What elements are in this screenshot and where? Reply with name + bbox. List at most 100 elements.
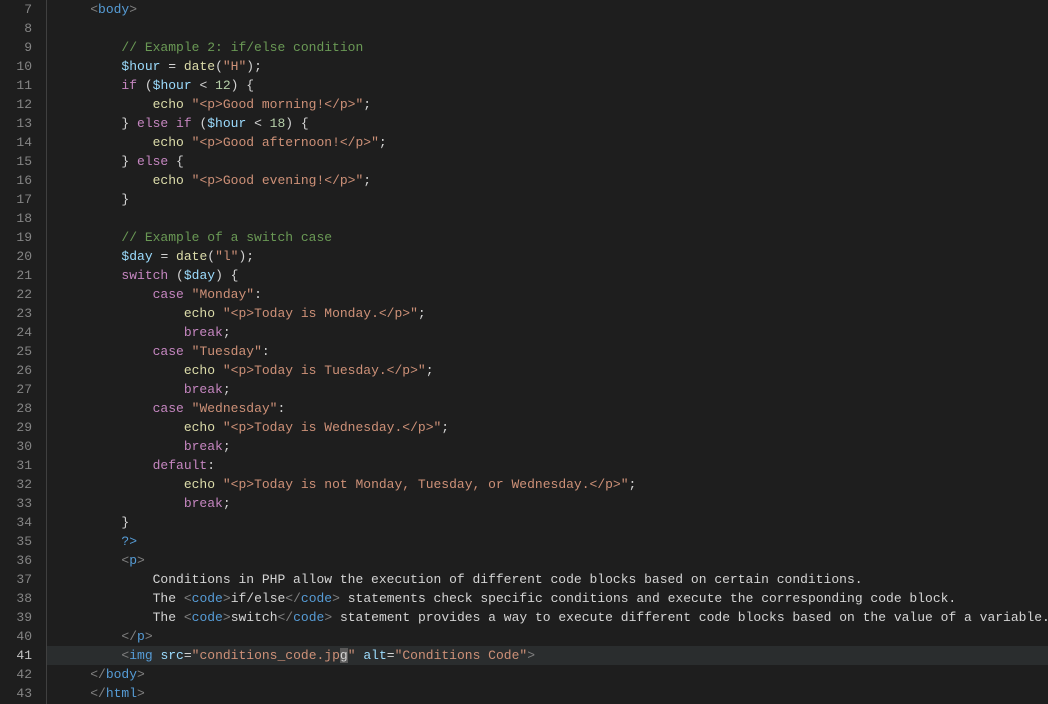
- line-number[interactable]: 9: [8, 38, 32, 57]
- line-number[interactable]: 38: [8, 589, 32, 608]
- code-line[interactable]: [47, 19, 1048, 38]
- line-number[interactable]: 21: [8, 266, 32, 285]
- line-number[interactable]: 20: [8, 247, 32, 266]
- token-tag: <: [90, 2, 98, 17]
- code-line[interactable]: echo "<p>Today is Wednesday.</p>";: [47, 418, 1048, 437]
- token-punct: );: [246, 59, 262, 74]
- line-number[interactable]: 12: [8, 95, 32, 114]
- code-line[interactable]: $day = date("l");: [47, 247, 1048, 266]
- line-number[interactable]: 30: [8, 437, 32, 456]
- code-area[interactable]: <body> // Example 2: if/else condition $…: [46, 0, 1048, 704]
- token-str: "<p>Good afternoon!</p>": [192, 135, 379, 150]
- line-number[interactable]: 42: [8, 665, 32, 684]
- line-number[interactable]: 19: [8, 228, 32, 247]
- code-line[interactable]: default:: [47, 456, 1048, 475]
- code-line[interactable]: case "Monday":: [47, 285, 1048, 304]
- line-number[interactable]: 22: [8, 285, 32, 304]
- line-number[interactable]: 11: [8, 76, 32, 95]
- line-number[interactable]: 36: [8, 551, 32, 570]
- line-number[interactable]: 8: [8, 19, 32, 38]
- code-line[interactable]: }: [47, 513, 1048, 532]
- code-line[interactable]: echo "<p>Today is Tuesday.</p>";: [47, 361, 1048, 380]
- code-line[interactable]: <body>: [47, 0, 1048, 19]
- line-number[interactable]: 33: [8, 494, 32, 513]
- line-number[interactable]: 16: [8, 171, 32, 190]
- line-number[interactable]: 41: [8, 646, 32, 665]
- code-line[interactable]: case "Tuesday":: [47, 342, 1048, 361]
- token-punct: ;: [363, 173, 371, 188]
- code-line[interactable]: <img src="conditions_code.jpg" alt="Cond…: [47, 646, 1048, 665]
- token-str: "<p>Good evening!</p>": [192, 173, 364, 188]
- code-line[interactable]: echo "<p>Today is not Monday, Tuesday, o…: [47, 475, 1048, 494]
- token-punct: ;: [441, 420, 449, 435]
- line-number[interactable]: 37: [8, 570, 32, 589]
- line-number[interactable]: 17: [8, 190, 32, 209]
- code-line[interactable]: Conditions in PHP allow the execution of…: [47, 570, 1048, 589]
- code-line[interactable]: } else {: [47, 152, 1048, 171]
- code-line[interactable]: } else if ($hour < 18) {: [47, 114, 1048, 133]
- line-number[interactable]: 35: [8, 532, 32, 551]
- code-line[interactable]: // Example 2: if/else condition: [47, 38, 1048, 57]
- code-line[interactable]: </p>: [47, 627, 1048, 646]
- line-number-gutter[interactable]: 7891011121314151617181920212223242526272…: [0, 0, 46, 704]
- line-number[interactable]: 10: [8, 57, 32, 76]
- line-number[interactable]: 43: [8, 684, 32, 703]
- token-tagname: code: [301, 591, 332, 606]
- code-line[interactable]: case "Wednesday":: [47, 399, 1048, 418]
- line-number[interactable]: 15: [8, 152, 32, 171]
- token-tagname: code: [192, 591, 223, 606]
- code-line[interactable]: [47, 209, 1048, 228]
- code-line[interactable]: echo "<p>Today is Monday.</p>";: [47, 304, 1048, 323]
- line-number[interactable]: 7: [8, 0, 32, 19]
- token-punct: (: [215, 59, 223, 74]
- code-line[interactable]: $hour = date("H");: [47, 57, 1048, 76]
- code-line[interactable]: <p>: [47, 551, 1048, 570]
- token-tagname: body: [106, 667, 137, 682]
- line-number[interactable]: 27: [8, 380, 32, 399]
- code-line[interactable]: break;: [47, 380, 1048, 399]
- token-str: "<p>Today is Wednesday.</p>": [223, 420, 441, 435]
- code-line[interactable]: break;: [47, 494, 1048, 513]
- token-tag: </: [90, 686, 106, 701]
- token-comment: // Example 2: if/else condition: [121, 40, 363, 55]
- token-punct: ;: [629, 477, 637, 492]
- line-number[interactable]: 25: [8, 342, 32, 361]
- token-str: ": [348, 648, 356, 663]
- token-var: $day: [121, 249, 152, 264]
- code-line[interactable]: The <code>switch</code> statement provid…: [47, 608, 1048, 627]
- line-number[interactable]: 26: [8, 361, 32, 380]
- line-number[interactable]: 24: [8, 323, 32, 342]
- line-number[interactable]: 40: [8, 627, 32, 646]
- line-number[interactable]: 31: [8, 456, 32, 475]
- code-line[interactable]: // Example of a switch case: [47, 228, 1048, 247]
- code-line[interactable]: if ($hour < 12) {: [47, 76, 1048, 95]
- line-number[interactable]: 14: [8, 133, 32, 152]
- code-line[interactable]: break;: [47, 437, 1048, 456]
- token-op: ) {: [215, 268, 238, 283]
- code-line[interactable]: echo "<p>Good afternoon!</p>";: [47, 133, 1048, 152]
- token-kw: case: [153, 344, 184, 359]
- line-number[interactable]: 28: [8, 399, 32, 418]
- code-line[interactable]: </html>: [47, 684, 1048, 703]
- code-line[interactable]: </body>: [47, 665, 1048, 684]
- token-func: echo: [153, 135, 184, 150]
- line-number[interactable]: 32: [8, 475, 32, 494]
- code-line[interactable]: }: [47, 190, 1048, 209]
- line-number[interactable]: 18: [8, 209, 32, 228]
- token-op: }: [121, 192, 129, 207]
- code-line[interactable]: The <code>if/else</code> statements chec…: [47, 589, 1048, 608]
- line-number[interactable]: 34: [8, 513, 32, 532]
- code-line[interactable]: switch ($day) {: [47, 266, 1048, 285]
- line-number[interactable]: 39: [8, 608, 32, 627]
- line-number[interactable]: 23: [8, 304, 32, 323]
- code-line[interactable]: ?>: [47, 532, 1048, 551]
- line-number[interactable]: 29: [8, 418, 32, 437]
- code-line[interactable]: echo "<p>Good morning!</p>";: [47, 95, 1048, 114]
- code-line[interactable]: break;: [47, 323, 1048, 342]
- token-kw: default: [153, 458, 208, 473]
- code-line[interactable]: echo "<p>Good evening!</p>";: [47, 171, 1048, 190]
- line-number[interactable]: 13: [8, 114, 32, 133]
- code-editor[interactable]: 7891011121314151617181920212223242526272…: [0, 0, 1048, 704]
- token-punct: (: [207, 249, 215, 264]
- token-kw: case: [153, 401, 184, 416]
